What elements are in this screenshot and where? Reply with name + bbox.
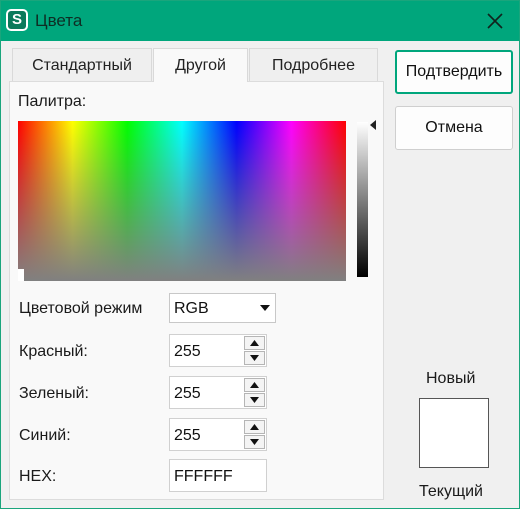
window-title: Цвета [35,11,83,30]
arrow-up-icon [250,340,259,346]
luminance-slider[interactable] [357,122,368,277]
cancel-button[interactable]: Отмена [395,106,513,150]
red-field[interactable]: 255 [169,334,267,367]
green-field[interactable]: 255 [169,376,267,409]
title-bar[interactable]: S Цвета [1,1,519,41]
blue-decrement-button[interactable] [244,435,265,449]
red-stepper[interactable] [244,336,265,365]
arrow-down-icon [250,355,259,361]
new-color-label: Новый [426,370,476,387]
palette-selector-marker[interactable] [18,269,24,281]
blue-increment-button[interactable] [244,420,265,434]
arrow-down-icon [250,397,259,403]
blue-label: Синий: [19,427,71,444]
current-color-label: Текущий [419,483,483,500]
tab-details[interactable]: Подробнее [249,48,378,81]
red-increment-button[interactable] [244,336,265,350]
color-palette[interactable] [18,121,346,281]
color-mode-value: RGB [174,300,209,317]
luminance-pointer-icon[interactable] [370,120,377,130]
hex-input[interactable]: FFFFFF [169,459,267,492]
blue-field[interactable]: 255 [169,418,267,451]
color-mode-select[interactable]: RGB [169,293,276,323]
close-icon [487,13,503,29]
red-decrement-button[interactable] [244,351,265,365]
app-logo-icon: S [6,9,28,31]
blue-value: 255 [174,427,201,444]
red-value: 255 [174,343,201,360]
color-preview-swatch [419,398,489,468]
green-increment-button[interactable] [244,378,265,392]
confirm-button[interactable]: Подтвердить [395,50,513,94]
chevron-down-icon [260,305,270,311]
tab-custom[interactable]: Другой [153,48,248,82]
colors-dialog: S Цвета Стандартный Другой Подробнее Пал… [0,0,520,509]
green-value: 255 [174,385,201,402]
blue-stepper[interactable] [244,420,265,449]
red-label: Красный: [19,343,88,360]
palette-label: Палитра: [18,93,87,110]
green-stepper[interactable] [244,378,265,407]
close-button[interactable] [475,7,515,35]
tab-standard[interactable]: Стандартный [12,48,152,81]
hex-value: FFFFFF [174,468,233,485]
green-label: Зеленый: [19,385,89,402]
arrow-up-icon [250,382,259,388]
arrow-up-icon [250,424,259,430]
arrow-down-icon [250,439,259,445]
color-mode-label: Цветовой режим [19,300,143,317]
green-decrement-button[interactable] [244,393,265,407]
hex-label: HEX: [19,468,57,485]
